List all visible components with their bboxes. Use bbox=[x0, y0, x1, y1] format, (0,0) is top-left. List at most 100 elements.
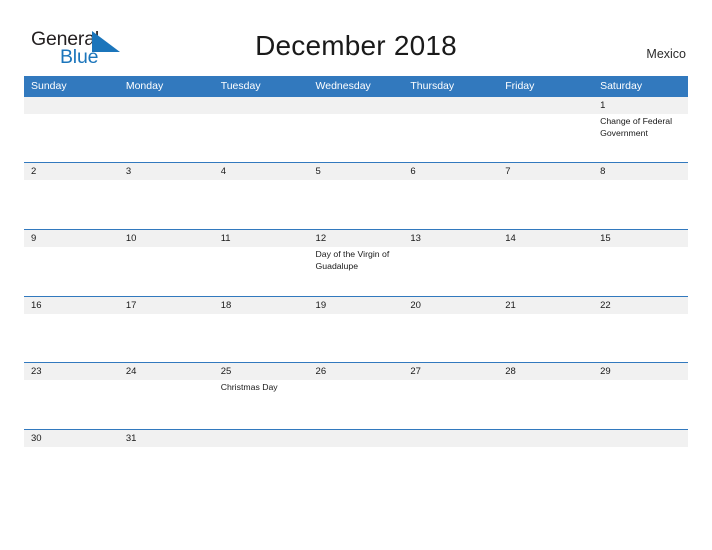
weekday-header-row: Sunday Monday Tuesday Wednesday Thursday… bbox=[24, 76, 688, 96]
day-event bbox=[593, 180, 688, 229]
week-row: 2 3 4 5 6 7 8 bbox=[24, 162, 688, 229]
day-event bbox=[214, 180, 309, 229]
day-number[interactable] bbox=[214, 430, 309, 447]
day-number[interactable]: 31 bbox=[119, 430, 214, 447]
day-number[interactable]: 28 bbox=[498, 363, 593, 380]
day-number[interactable]: 8 bbox=[593, 163, 688, 180]
calendar-grid: Sunday Monday Tuesday Wednesday Thursday… bbox=[24, 76, 688, 447]
day-number[interactable]: 27 bbox=[403, 363, 498, 380]
day-number[interactable]: 14 bbox=[498, 230, 593, 247]
day-number[interactable]: 20 bbox=[403, 297, 498, 314]
week-row: 30 31 bbox=[24, 429, 688, 447]
day-number[interactable]: 1 bbox=[593, 97, 688, 114]
day-number[interactable]: 3 bbox=[119, 163, 214, 180]
day-event bbox=[403, 247, 498, 296]
day-event: Change of Federal Government bbox=[600, 116, 673, 138]
day-number[interactable] bbox=[309, 430, 404, 447]
day-event bbox=[309, 380, 404, 429]
week-date-number-band: 16 17 18 19 20 21 22 bbox=[24, 297, 688, 314]
day-event bbox=[498, 314, 593, 362]
week-date-number-band: 30 31 bbox=[24, 430, 688, 447]
week-event-band: Day of the Virgin of Guadalupe bbox=[24, 247, 688, 296]
day-number[interactable]: 21 bbox=[498, 297, 593, 314]
day-event bbox=[403, 380, 498, 429]
page-title: December 2018 bbox=[255, 30, 457, 61]
weekday-header-thursday: Thursday bbox=[410, 80, 455, 92]
week-row: 23 24 25 26 27 28 29 Christmas Day bbox=[24, 362, 688, 429]
day-number[interactable]: 16 bbox=[24, 297, 119, 314]
day-number[interactable]: 10 bbox=[119, 230, 214, 247]
day-event bbox=[593, 247, 688, 296]
day-event bbox=[309, 180, 404, 229]
day-event bbox=[403, 114, 498, 162]
country-label: Mexico bbox=[646, 47, 686, 61]
week-date-number-band: 23 24 25 26 27 28 29 bbox=[24, 363, 688, 380]
day-number[interactable]: 2 bbox=[24, 163, 119, 180]
day-number[interactable]: 19 bbox=[309, 297, 404, 314]
day-event bbox=[24, 314, 119, 362]
day-number[interactable]: 24 bbox=[119, 363, 214, 380]
weekday-header-sunday: Sunday bbox=[31, 80, 67, 92]
weekday-header-tuesday: Tuesday bbox=[220, 80, 261, 92]
day-number[interactable] bbox=[498, 97, 593, 114]
day-number[interactable]: 15 bbox=[593, 230, 688, 247]
day-event bbox=[24, 114, 119, 162]
week-row: 1 Change of Federal Government bbox=[24, 96, 688, 162]
week-row: 9 10 11 12 13 14 15 Day of the Virgin of… bbox=[24, 229, 688, 296]
day-number[interactable]: 17 bbox=[119, 297, 214, 314]
day-event bbox=[119, 114, 214, 162]
day-number[interactable]: 23 bbox=[24, 363, 119, 380]
week-event-band: Christmas Day bbox=[24, 380, 688, 429]
day-number[interactable]: 11 bbox=[214, 230, 309, 247]
weekday-header-friday: Friday bbox=[505, 80, 535, 92]
day-event bbox=[214, 247, 309, 296]
day-event bbox=[119, 180, 214, 229]
day-number[interactable]: 29 bbox=[593, 363, 688, 380]
day-event bbox=[24, 380, 119, 429]
day-number[interactable] bbox=[309, 97, 404, 114]
weekday-header-wednesday: Wednesday bbox=[315, 80, 371, 92]
day-event bbox=[119, 314, 214, 362]
day-event bbox=[119, 380, 214, 429]
page-header: General Blue December 2018 Mexico bbox=[0, 0, 712, 76]
day-event bbox=[403, 314, 498, 362]
day-number[interactable]: 7 bbox=[498, 163, 593, 180]
day-number[interactable]: 26 bbox=[309, 363, 404, 380]
day-event bbox=[309, 314, 404, 362]
day-event bbox=[593, 314, 688, 362]
day-number[interactable]: 9 bbox=[24, 230, 119, 247]
week-date-number-band: 2 3 4 5 6 7 8 bbox=[24, 163, 688, 180]
day-number[interactable]: 13 bbox=[403, 230, 498, 247]
day-number[interactable]: 5 bbox=[309, 163, 404, 180]
week-date-number-band: 1 bbox=[24, 97, 688, 114]
day-number[interactable] bbox=[24, 97, 119, 114]
day-number[interactable] bbox=[403, 97, 498, 114]
day-event bbox=[309, 114, 404, 162]
day-number[interactable]: 25 bbox=[214, 363, 309, 380]
week-row: 16 17 18 19 20 21 22 bbox=[24, 296, 688, 362]
day-event bbox=[498, 247, 593, 296]
day-event bbox=[214, 114, 309, 162]
day-event bbox=[593, 380, 688, 429]
day-number[interactable] bbox=[214, 97, 309, 114]
day-number[interactable] bbox=[403, 430, 498, 447]
weekday-header-monday: Monday bbox=[125, 80, 164, 92]
day-number[interactable] bbox=[593, 430, 688, 447]
day-event bbox=[24, 180, 119, 229]
day-event: Christmas Day bbox=[220, 382, 278, 392]
day-number[interactable]: 22 bbox=[593, 297, 688, 314]
day-number[interactable]: 6 bbox=[403, 163, 498, 180]
day-event bbox=[498, 180, 593, 229]
day-number[interactable] bbox=[498, 430, 593, 447]
day-number[interactable]: 30 bbox=[24, 430, 119, 447]
day-event bbox=[24, 247, 119, 296]
day-number[interactable] bbox=[119, 97, 214, 114]
day-event: Day of the Virgin of Guadalupe bbox=[315, 249, 390, 271]
day-number[interactable]: 18 bbox=[214, 297, 309, 314]
week-date-number-band: 9 10 11 12 13 14 15 bbox=[24, 230, 688, 247]
day-number[interactable]: 12 bbox=[309, 230, 404, 247]
day-number[interactable]: 4 bbox=[214, 163, 309, 180]
week-event-band bbox=[24, 314, 688, 362]
day-event bbox=[498, 380, 593, 429]
day-event bbox=[119, 247, 214, 296]
